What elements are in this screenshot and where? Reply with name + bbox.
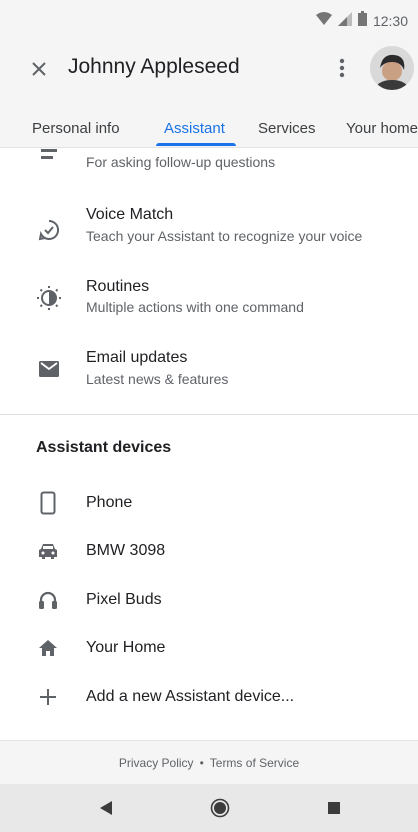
back-button[interactable] bbox=[94, 796, 118, 820]
assistant-devices-heading: Assistant devices bbox=[36, 439, 172, 456]
avatar[interactable] bbox=[370, 46, 414, 90]
app-header: Johnny Appleseed bbox=[0, 40, 418, 96]
tab-assistant[interactable]: Assistant bbox=[164, 120, 225, 137]
voice-match-icon bbox=[36, 217, 62, 243]
home-circle-icon bbox=[210, 798, 230, 818]
device-row-car[interactable]: BMW 3098 bbox=[0, 531, 418, 571]
continued-conversation-subtitle: For asking follow-up questions bbox=[86, 154, 276, 170]
privacy-policy-link[interactable]: Privacy Policy bbox=[119, 756, 194, 770]
active-tab-indicator bbox=[156, 143, 236, 146]
routines-row[interactable]: Routines Multiple actions with one comma… bbox=[0, 273, 418, 333]
device-row-phone[interactable]: Phone bbox=[0, 483, 418, 523]
email-updates-title: Email updates bbox=[86, 349, 188, 366]
more-vert-icon bbox=[339, 58, 345, 78]
footer: Privacy Policy • Terms of Service bbox=[0, 740, 418, 784]
home-icon bbox=[36, 636, 60, 660]
recents-button[interactable] bbox=[322, 796, 346, 820]
status-bar: 12:30 bbox=[0, 0, 418, 40]
recents-icon bbox=[328, 802, 340, 814]
signal-icon bbox=[337, 11, 352, 31]
device-label-phone: Phone bbox=[86, 494, 133, 511]
email-updates-row[interactable]: Email updates Latest news & features bbox=[0, 347, 418, 407]
add-device-row[interactable]: Add a new Assistant device... bbox=[0, 677, 418, 717]
device-label-pixel-buds: Pixel Buds bbox=[86, 591, 162, 608]
footer-separator: • bbox=[199, 755, 204, 770]
tab-services[interactable]: Services bbox=[258, 120, 316, 137]
status-time: 12:30 bbox=[372, 13, 408, 29]
voice-match-row[interactable]: Voice Match Teach your Assistant to reco… bbox=[0, 200, 418, 260]
routines-title: Routines bbox=[86, 278, 150, 295]
section-divider bbox=[0, 414, 418, 415]
battery-icon bbox=[357, 11, 367, 31]
headphones-icon bbox=[36, 588, 60, 612]
phone-icon bbox=[36, 491, 60, 515]
home-nav-button[interactable] bbox=[208, 796, 232, 820]
back-icon bbox=[100, 801, 112, 815]
more-options-button[interactable] bbox=[330, 54, 354, 82]
close-icon bbox=[32, 62, 46, 76]
tab-your-home[interactable]: Your home bbox=[346, 120, 418, 137]
routines-subtitle: Multiple actions with one command bbox=[86, 299, 304, 315]
account-name: Johnny Appleseed bbox=[68, 55, 240, 78]
terms-of-service-link[interactable]: Terms of Service bbox=[210, 756, 299, 770]
conversation-icon bbox=[36, 144, 62, 170]
add-icon bbox=[36, 685, 60, 709]
close-button[interactable] bbox=[26, 56, 52, 82]
wifi-icon bbox=[315, 11, 332, 31]
tab-personal-info[interactable]: Personal info bbox=[32, 120, 120, 137]
device-row-pixel-buds[interactable]: Pixel Buds bbox=[0, 580, 418, 620]
system-nav-bar bbox=[0, 784, 418, 832]
tab-bar: Personal info Assistant Services Your ho… bbox=[0, 96, 418, 148]
email-updates-subtitle: Latest news & features bbox=[86, 371, 229, 387]
voice-match-title: Voice Match bbox=[86, 206, 174, 223]
add-device-label: Add a new Assistant device... bbox=[86, 688, 295, 705]
device-label-car: BMW 3098 bbox=[86, 542, 166, 559]
status-icons: 12:30 bbox=[315, 11, 408, 31]
routines-icon bbox=[36, 285, 62, 311]
car-icon bbox=[36, 539, 60, 563]
device-label-your-home: Your Home bbox=[86, 639, 166, 656]
voice-match-subtitle: Teach your Assistant to recognize your v… bbox=[86, 228, 363, 244]
continued-conversation-row[interactable]: For asking follow-up questions bbox=[0, 148, 418, 186]
device-row-your-home[interactable]: Your Home bbox=[0, 628, 418, 668]
email-icon bbox=[36, 356, 62, 382]
